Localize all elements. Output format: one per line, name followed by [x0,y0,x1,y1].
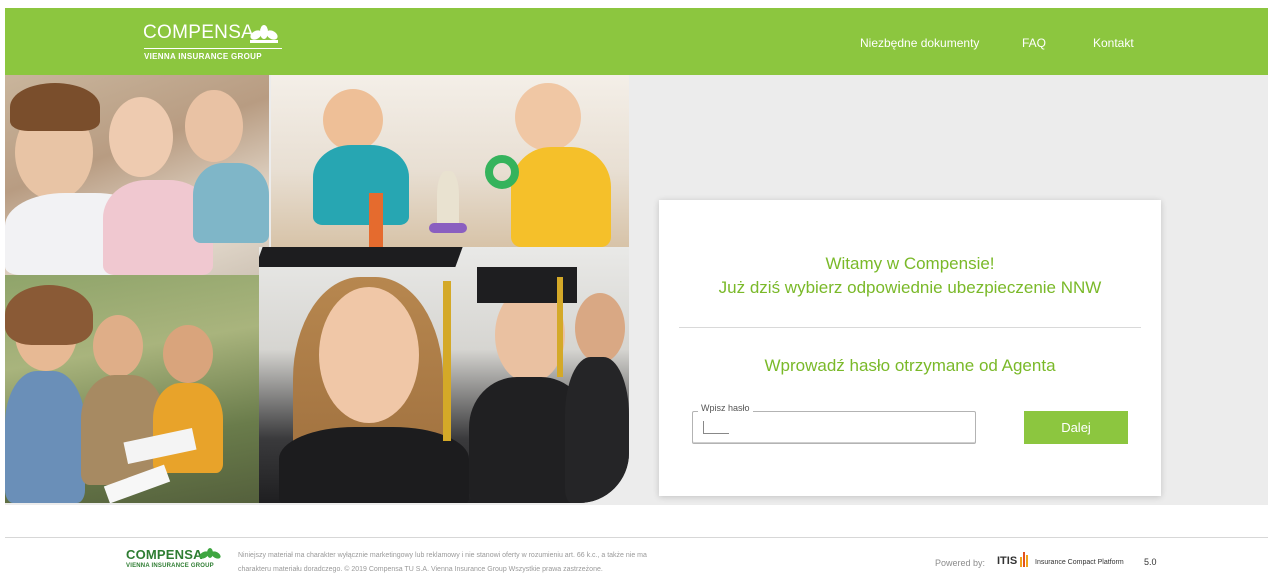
footer-flower-logo-icon [199,548,221,559]
top-header-bar: COMPENSA VIENNA INSURANCE GROUP Niezbędn… [5,8,1268,75]
welcome-heading: Witamy w Compensie! Już dziś wybierz odp… [659,252,1161,300]
photo-graduates [259,247,629,503]
nav-contact-link[interactable]: Kontakt [1093,36,1134,50]
photo-teen-students [5,275,259,503]
flower-logo-icon [250,25,278,43]
logo-subtitle: VIENNA INSURANCE GROUP [144,52,262,61]
nav-faq-link[interactable]: FAQ [1022,36,1046,50]
password-input-caret[interactable] [703,421,729,434]
login-card: Witamy w Compensie! Już dziś wybierz odp… [659,200,1161,496]
platform-version: 5.0 [1144,557,1157,567]
submit-button[interactable]: Dalej [1024,411,1128,444]
password-field-label: Wpisz hasło [698,403,753,413]
photo-schoolchildren [5,75,269,275]
itis-logo-icon [1020,552,1028,567]
legal-disclaimer: Niniejszy materiał ma charakter wyłączni… [238,549,798,577]
main-content-area: Witamy w Compensie! Już dziś wybierz odp… [5,75,1268,505]
logo-divider [144,48,282,49]
welcome-line-2: Już dziś wybierz odpowiednie ubezpieczen… [718,278,1102,297]
powered-by-label: Powered by: [935,558,986,568]
footer-compensa-logo: COMPENSA VIENNA INSURANCE GROUP [126,547,221,569]
legal-line-1: Niniejszy materiał ma charakter wyłączni… [238,552,647,559]
logo-wordmark: COMPENSA [143,22,255,43]
footer-logo-subtitle: VIENNA INSURANCE GROUP [126,563,214,569]
itis-platform-label: Insurance Compact Platform [1035,559,1124,566]
password-field[interactable]: Wpisz hasło [692,403,976,444]
page: COMPENSA VIENNA INSURANCE GROUP Niezbędn… [0,0,1268,578]
footer: COMPENSA VIENNA INSURANCE GROUP Niniejsz… [5,537,1268,578]
card-divider [679,327,1141,328]
photo-collage [5,75,629,503]
welcome-line-1: Witamy w Compensie! [825,254,995,273]
itis-wordmark: ITIS [997,555,1018,567]
nav-documents-link[interactable]: Niezbędne dokumenty [860,36,979,50]
legal-line-2: charakteru materiału doradczego. © 2019 … [238,566,603,573]
compensa-logo[interactable]: COMPENSA VIENNA INSURANCE GROUP [143,22,293,66]
password-prompt: Wprowadź hasło otrzymane od Agenta [764,356,1056,375]
photo-toddlers-playing [271,75,629,247]
